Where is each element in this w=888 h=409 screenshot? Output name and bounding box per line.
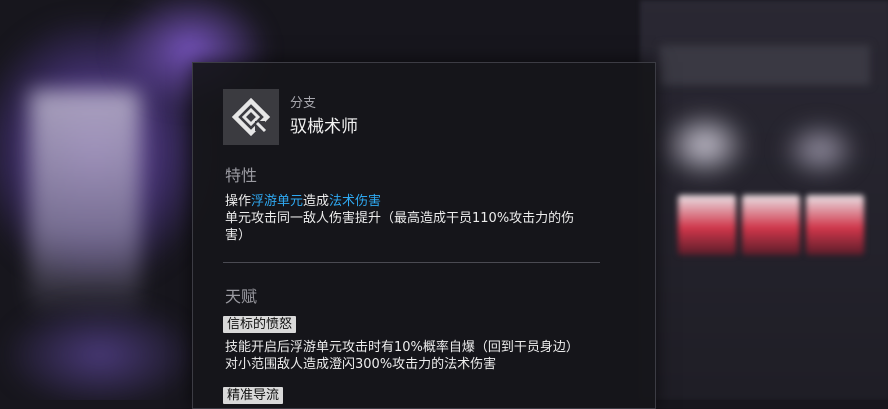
branch-icon [223, 89, 279, 145]
floating-unit-highlight: 浮游单元 [251, 194, 304, 209]
branch-info-panel: 分支 驭械术师 特性 操作浮游单元造成法术伤害 单元攻击同一敌人伤害提升（最高造… [192, 62, 656, 409]
trait-description: 操作浮游单元造成法术伤害 单元攻击同一敌人伤害提升（最高造成干员110%攻击力的… [225, 194, 575, 243]
talent-name-label: 信标的愤怒 [223, 316, 297, 333]
branch-title: 驭械术师 [290, 117, 358, 137]
branch-subtitle: 分支 [290, 96, 317, 111]
talent-description: 技能开启后浮游单元攻击时有10%概率自爆（回到干员身边） 对小范围敌人造成澄闪3… [225, 340, 579, 372]
operator-thumbnail [742, 195, 800, 255]
operator-thumbnail [678, 195, 736, 255]
branch-header: 分支 驭械术师 [223, 89, 358, 145]
talent-name-label: 精准导流 [223, 387, 284, 404]
trait-section-title: 特性 [225, 166, 258, 185]
talent-section-title: 天赋 [225, 287, 258, 306]
section-divider [223, 262, 600, 263]
operator-thumbnail [806, 195, 864, 255]
arts-damage-highlight: 法术伤害 [329, 194, 382, 209]
